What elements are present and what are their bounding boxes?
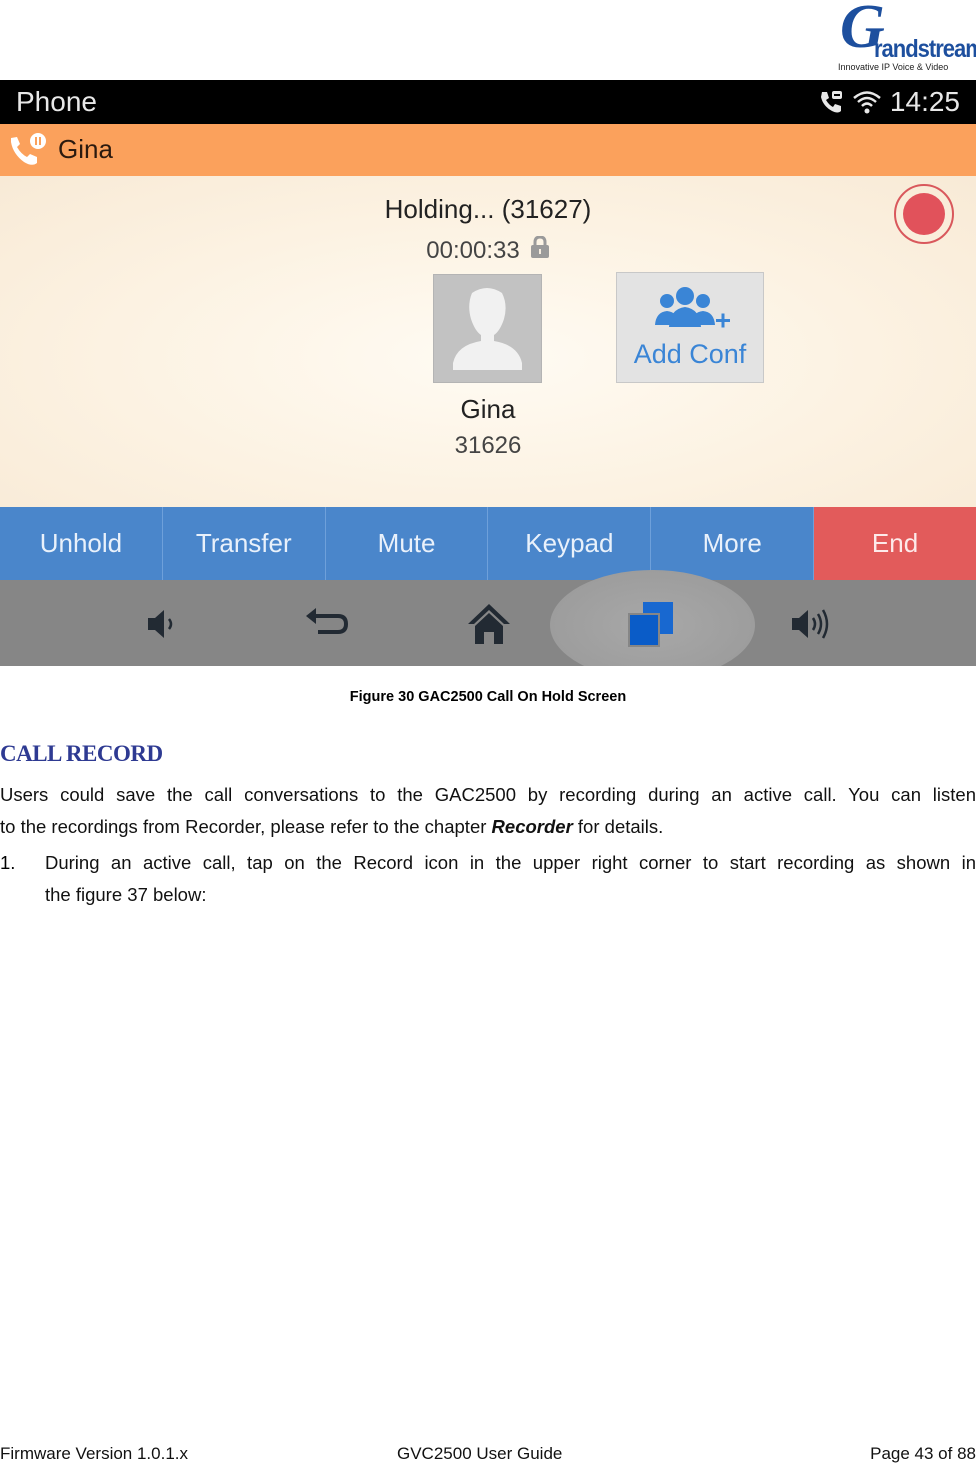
recent-apps-icon[interactable] xyxy=(627,602,673,647)
wifi-icon xyxy=(852,89,882,115)
call-timer-row: 00:00:33 xyxy=(0,235,976,265)
volume-down-icon[interactable] xyxy=(142,602,186,646)
back-icon[interactable] xyxy=(302,602,349,646)
figure-caption: Figure 30 GAC2500 Call On Hold Screen xyxy=(349,689,627,705)
app-title: Phone xyxy=(16,86,97,117)
list-item-line: the figure 37 below: xyxy=(45,884,207,905)
call-area: Holding... (31627) 00:00:33 Add Conf Gin… xyxy=(0,176,976,507)
footer-firmware: Firmware Version 1.0.1.x xyxy=(0,1444,189,1463)
text: for details. xyxy=(572,816,664,837)
status-bar: Phone 14:25 xyxy=(0,80,976,124)
caller-name: Gina xyxy=(58,134,113,164)
transfer-button[interactable]: Transfer xyxy=(162,507,326,580)
record-icon xyxy=(903,193,945,235)
clock: 14:25 xyxy=(889,86,960,117)
contact-number: 31626 xyxy=(454,432,522,459)
caller-bar: Gina xyxy=(0,124,976,176)
unhold-button[interactable]: Unhold xyxy=(0,507,163,580)
mute-button[interactable]: Mute xyxy=(325,507,489,580)
call-hold-icon xyxy=(8,132,48,173)
text: to the recordings from Recorder, please … xyxy=(0,816,492,837)
footer-title: GVC2500 User Guide xyxy=(397,1444,563,1463)
contact-avatar xyxy=(433,274,542,383)
add-conference-icon xyxy=(655,287,730,328)
add-conference-label: Add Conf xyxy=(633,339,747,369)
paragraph-line: Users could save the call conversations … xyxy=(0,784,976,805)
add-conference-button[interactable]: Add Conf xyxy=(616,272,764,383)
list-item-line: During an active call, tap on the Record… xyxy=(45,852,976,873)
lock-icon xyxy=(530,235,550,265)
contact-name: Gina xyxy=(460,394,516,424)
more-button[interactable]: More xyxy=(651,507,815,580)
end-call-button[interactable]: End xyxy=(814,507,976,580)
chapter-reference: Recorder xyxy=(491,816,573,837)
phone-screenshot: Phone 14:25 Gina Holding... (31627) 00:0… xyxy=(0,80,976,666)
record-button[interactable] xyxy=(894,184,954,244)
call-duration: 00:00:33 xyxy=(426,236,520,264)
call-status: Holding... (31627) xyxy=(384,194,592,224)
status-icons: 14:25 xyxy=(818,86,960,118)
footer-page: Page 43 of 88 xyxy=(870,1444,976,1463)
paragraph-line: to the recordings from Recorder, please … xyxy=(0,816,976,838)
call-action-bar: Unhold Transfer Mute Keypad More End xyxy=(0,507,976,580)
logo-brand: randstream xyxy=(874,34,976,63)
section-heading: CALL RECORD xyxy=(0,741,163,766)
grandstream-logo: G randstream Innovative IP Voice & Video xyxy=(836,0,976,74)
logo-tagline: Innovative IP Voice & Video xyxy=(838,62,949,72)
navigation-bar xyxy=(0,570,976,666)
home-icon[interactable] xyxy=(466,602,510,646)
voicemail-call-icon xyxy=(818,89,844,115)
keypad-button[interactable]: Keypad xyxy=(488,507,652,580)
volume-up-icon[interactable] xyxy=(788,602,832,646)
